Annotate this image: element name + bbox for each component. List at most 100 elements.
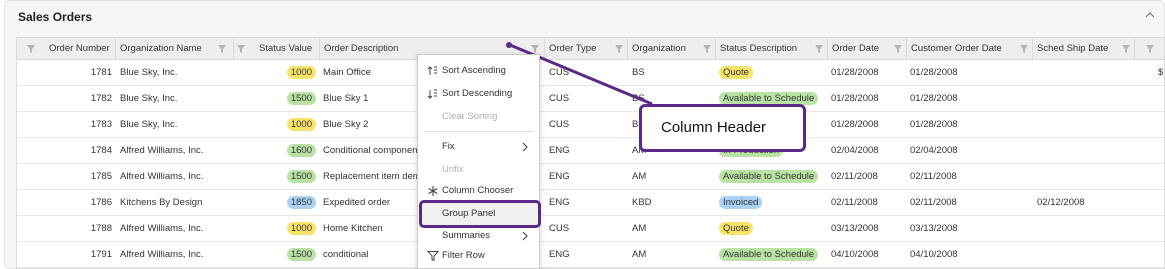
chevron-right-icon <box>522 142 528 152</box>
menu-item-label: Filter Row <box>442 250 485 261</box>
cell-org: BS <box>632 67 645 78</box>
cell-overflow <box>1158 86 1164 112</box>
menu-item-column-chooser[interactable]: Column Chooser <box>418 180 539 202</box>
cell-num: 1781 <box>90 67 112 78</box>
column-header-customer-order-date[interactable]: Customer Order Date <box>907 38 1033 60</box>
cell-cust-date: 01/28/2008 <box>910 93 958 104</box>
menu-item-label: Clear Sorting <box>442 111 498 122</box>
menu-item-sort-ascending[interactable]: Sort Ascending <box>418 60 539 82</box>
panel-title: Sales Orders <box>18 10 93 24</box>
cell-ship-date <box>1037 164 1133 190</box>
cell-status-value: 1000 <box>234 216 316 242</box>
column-label: Order Date <box>832 43 879 54</box>
filter-icon[interactable] <box>217 44 227 54</box>
cell-order-date: 01/28/2008 <box>831 93 879 104</box>
menu-item-unfix: Unfix <box>418 159 539 181</box>
filter-icon[interactable] <box>814 44 824 54</box>
menu-item-label: Summaries <box>442 230 491 241</box>
cell-order-date: 01/28/2008 <box>831 67 879 78</box>
cell-type: CUS <box>549 119 570 130</box>
table-row[interactable]: 1784 Alfred Williams, Inc. 1600 Conditional… <box>17 138 1164 164</box>
table-row[interactable]: 1781 Blue Sky, Inc. 1000 Main Office CUS BS Qu… <box>17 60 1164 86</box>
cell-org: AM <box>632 171 647 182</box>
column-header-order-date[interactable]: Order Date <box>828 38 907 60</box>
cell-order-date: 02/11/2008 <box>831 197 878 208</box>
chevron-up-icon[interactable] <box>1144 9 1156 21</box>
table-row[interactable]: 1788 Alfred Williams, Inc. 1000 Home Kitche… <box>17 216 1164 242</box>
table-row[interactable]: 1791 Alfred Williams, Inc. 1500 conditional… <box>17 242 1164 268</box>
column-header-status-value[interactable]: Status Value <box>234 38 320 60</box>
column-header-status-description[interactable]: Status Description <box>716 38 828 60</box>
cell-org-name: Kitchens By Design <box>120 197 203 208</box>
cell-type: CUS <box>549 93 570 104</box>
menu-item-sort-descending[interactable]: Sort Descending <box>418 83 539 105</box>
table-row[interactable]: 1782 Blue Sky, Inc. 1500 Blue Sky 1 CUS BS Ava… <box>17 86 1164 112</box>
cell-order-date: 03/13/2008 <box>831 223 879 234</box>
cell-ship-date <box>1037 60 1133 86</box>
filter-icon[interactable] <box>702 44 712 54</box>
cell-status-desc: Invoiced <box>719 190 825 216</box>
cell-overflow <box>1158 164 1164 190</box>
column-header-overflow[interactable] <box>1135 38 1164 60</box>
cell-overflow: $ <box>1158 67 1164 78</box>
menu-item-summaries[interactable]: Summaries <box>418 225 539 247</box>
menu-item-filter-row[interactable]: Filter Row <box>418 245 539 267</box>
cell-ship-date <box>1037 216 1133 242</box>
cell-org-name: Blue Sky, Inc. <box>120 93 178 104</box>
column-header-sched-ship-date[interactable]: Sched Ship Date <box>1033 38 1135 60</box>
column-header-order-type[interactable]: Order Type <box>545 38 628 60</box>
cell-ship-date <box>1037 138 1133 164</box>
cell-status-desc: Quote <box>719 216 825 242</box>
sort-descending-icon <box>427 89 437 99</box>
cell-status-value: 1500 <box>234 242 316 268</box>
menu-item-label: Column Chooser <box>442 185 514 196</box>
chevron-right-icon <box>522 231 528 241</box>
cell-order-date: 02/11/2008 <box>831 171 878 182</box>
menu-item-clear-sorting: Clear Sorting <box>418 106 539 128</box>
filter-icon[interactable] <box>236 44 246 54</box>
status-badge: 1600 <box>286 144 316 157</box>
cell-status-value: 1600 <box>234 138 316 164</box>
filter-icon[interactable] <box>530 44 540 54</box>
cell-type: ENG <box>549 249 570 260</box>
column-header-order-number[interactable]: Order Number <box>17 38 116 60</box>
filter-icon[interactable] <box>893 44 903 54</box>
sales-orders-grid: Order Number Organization Name Status Va… <box>16 37 1165 269</box>
cell-org-name: Alfred Williams, Inc. <box>120 171 204 182</box>
cell-type: ENG <box>549 171 570 182</box>
cell-cust-date: 01/28/2008 <box>910 67 958 78</box>
cell-org: AM <box>632 223 647 234</box>
column-label: Organization <box>632 43 686 54</box>
filter-icon[interactable] <box>1121 44 1131 54</box>
table-row[interactable]: 1786 Kitchens By Design 1850 Expedited orde… <box>17 190 1164 216</box>
cell-ship-date <box>1037 112 1133 138</box>
cell-status-value: 1000 <box>234 112 316 138</box>
column-header-organization[interactable]: Organization <box>628 38 716 60</box>
sort-ascending-icon <box>427 66 437 75</box>
cell-type: ENG <box>549 145 570 156</box>
table-row[interactable]: 1785 Alfred Williams, Inc. 1500 Replacement… <box>17 164 1164 190</box>
table-row[interactable]: 1783Blue Sky, Inc.1000Blue Sky 2CUSBSQuo… <box>17 112 1164 138</box>
column-label: Status Description <box>720 43 798 54</box>
column-header-organization-name[interactable]: Organization Name <box>116 38 234 60</box>
cell-type: CUS <box>549 67 570 78</box>
status-badge: Invoiced <box>719 196 763 209</box>
cell-cust-date: 02/04/2008 <box>910 145 958 156</box>
cell-num: 1785 <box>90 171 112 182</box>
cell-desc: Blue Sky 1 <box>323 93 369 104</box>
cell-org-name: Blue Sky, Inc. <box>120 119 178 130</box>
cell-desc: Replacement item demo <box>323 171 419 182</box>
filter-icon[interactable] <box>1145 44 1155 54</box>
filter-icon[interactable] <box>1019 44 1029 54</box>
filter-icon <box>427 251 439 262</box>
status-badge: Available to Schedule <box>719 248 819 261</box>
filter-icon[interactable] <box>26 44 36 54</box>
status-badge: 1500 <box>286 92 316 105</box>
cell-cust-date: 02/11/2008 <box>910 197 957 208</box>
status-badge: 1000 <box>286 118 316 131</box>
cell-overflow <box>1158 216 1164 242</box>
cell-overflow <box>1158 112 1164 138</box>
menu-item-fix[interactable]: Fix <box>418 136 539 158</box>
column-context-menu: Sort Ascending Sort Descending Clear Sor… <box>417 54 540 269</box>
filter-icon[interactable] <box>614 44 624 54</box>
